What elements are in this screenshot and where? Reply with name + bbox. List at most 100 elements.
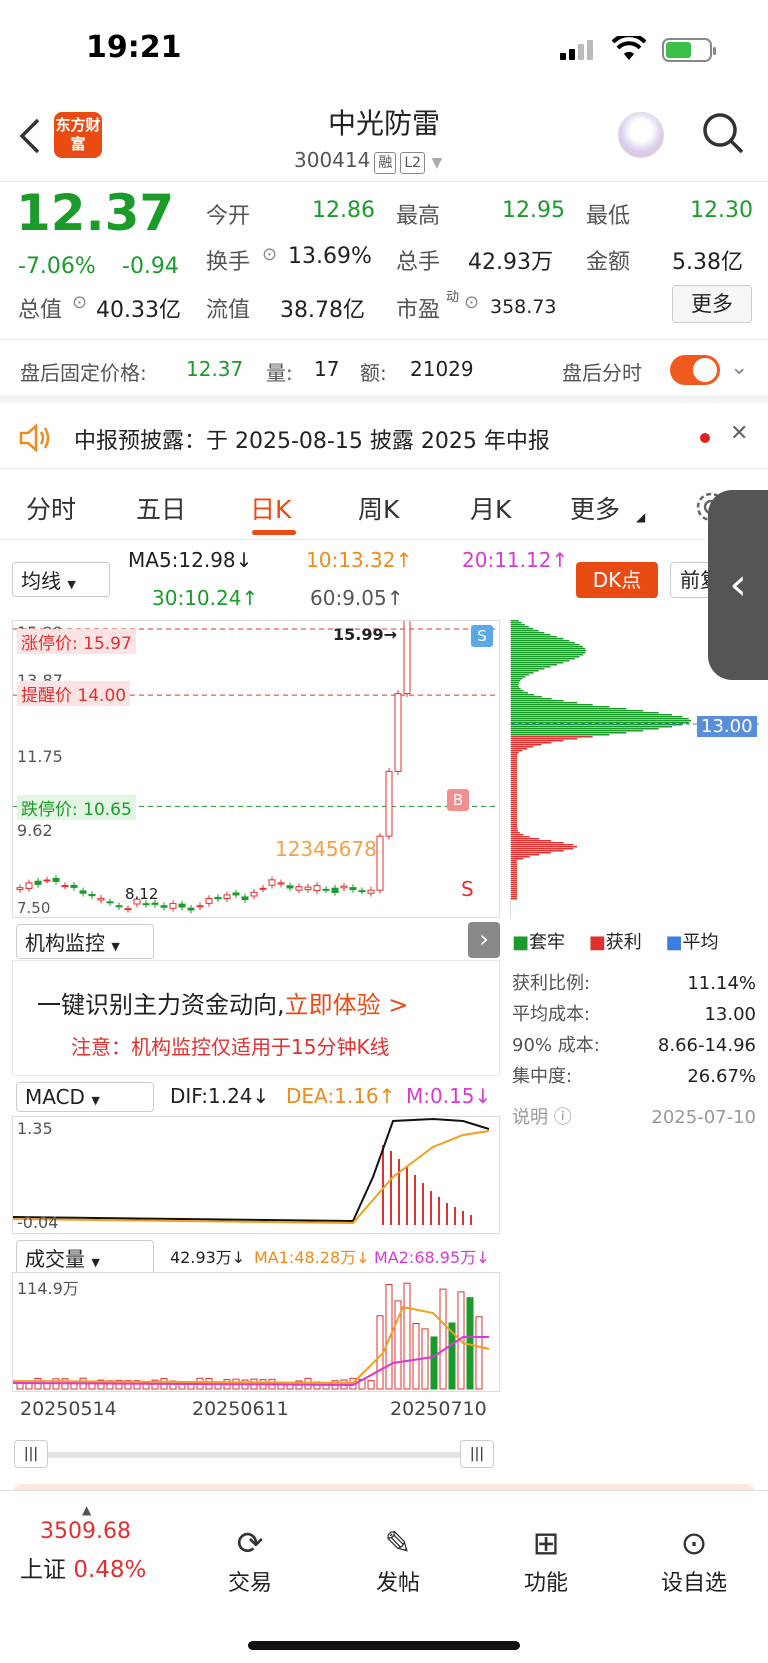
- chip-bar: [511, 748, 527, 750]
- jigou-select[interactable]: 机构监控 ▼: [16, 924, 154, 959]
- dea-line: [13, 1131, 489, 1223]
- chip-bar: [511, 864, 517, 866]
- nav-watchlist[interactable]: ⊙ 设自选: [644, 1521, 744, 1597]
- chip-bar: [511, 776, 517, 778]
- chip-bar: [511, 880, 517, 882]
- nav-post[interactable]: ✎ 发帖: [348, 1521, 448, 1597]
- tab-weekly-k[interactable]: 周K: [358, 490, 399, 526]
- chip-bar: [511, 630, 539, 632]
- range-scrollbar[interactable]: ||| |||: [12, 1440, 500, 1468]
- chevron-down-icon[interactable]: ⌄: [730, 355, 748, 380]
- chip-bar: [511, 692, 528, 694]
- candle: [188, 908, 194, 910]
- chip-bar: [511, 804, 517, 806]
- chip-bar: [511, 798, 517, 800]
- limit-up-label: 涨停价: 15.97: [17, 629, 136, 654]
- stock-code-line[interactable]: 300414 融 L2 ▼: [294, 148, 442, 174]
- after-intraday-toggle[interactable]: [670, 355, 720, 385]
- chip-bar: [511, 716, 682, 718]
- volume-bar: [413, 1324, 419, 1389]
- trade-icon: ⟳: [200, 1521, 300, 1565]
- jigou-panel[interactable]: 一键识别主力资金动向,立即体验 > 注意：机构监控仅适用于15分钟K线: [12, 960, 500, 1076]
- tab-monthly-k[interactable]: 月K: [470, 490, 511, 526]
- info-icon[interactable]: ⊙: [262, 244, 277, 265]
- stock-code: 300414: [294, 148, 370, 172]
- candle: [404, 621, 410, 694]
- ma-select[interactable]: 均线 ▼: [12, 562, 110, 597]
- k-price-1175: 11.75: [17, 747, 63, 766]
- high-marker: 15.99→: [333, 625, 397, 644]
- tab-more[interactable]: 更多: [570, 490, 620, 526]
- index-widget[interactable]: ▲ 3509.68 上证 0.48%: [20, 1519, 180, 1584]
- chip-bar: [511, 892, 517, 894]
- sell-signal-bottom: S: [461, 877, 474, 901]
- macd-chart[interactable]: 1.35 -0.04: [12, 1116, 500, 1234]
- amount-value: 5.38亿: [672, 244, 743, 276]
- candle: [224, 895, 230, 899]
- robot-avatar-icon[interactable]: [618, 112, 664, 158]
- chip-bar: [511, 852, 551, 854]
- chip-bar: [511, 730, 643, 732]
- chip-bar: [511, 648, 585, 650]
- kline-svg: [13, 621, 500, 918]
- chip-bar: [511, 694, 534, 696]
- chip-bar: [511, 810, 517, 812]
- after-price-value: 12.37: [186, 357, 243, 381]
- candle: [17, 888, 23, 890]
- dk-point-button[interactable]: DK点: [576, 562, 658, 598]
- chip-bar: [511, 678, 522, 680]
- chip-bar: [511, 876, 517, 878]
- legend-average: 平均: [683, 932, 719, 953]
- after-price-label: 盘后固定价格:: [20, 357, 147, 386]
- chip-bar: [511, 846, 577, 848]
- dropdown-icon: ▼: [91, 1094, 99, 1107]
- nav-trade[interactable]: ⟳ 交易: [200, 1521, 300, 1597]
- nav-label: 功能: [524, 1571, 568, 1596]
- chip-bar: [511, 822, 517, 824]
- side-expand-handle[interactable]: ‹: [708, 490, 768, 680]
- open-label: 今开: [206, 198, 250, 230]
- range-handle-left[interactable]: |||: [14, 1440, 48, 1468]
- candle: [215, 897, 221, 898]
- info-icon[interactable]: ⊙: [72, 292, 87, 313]
- tab-daily-k[interactable]: 日K: [250, 490, 291, 526]
- jigou-cta[interactable]: 立即体验 >: [285, 991, 409, 1019]
- volume-bar: [404, 1283, 410, 1389]
- notice-text: 中报预披露：于 2025-08-15 披露 2025 年中报: [74, 423, 550, 455]
- chip-bar: [511, 782, 517, 784]
- info-icon[interactable]: ⊙: [464, 292, 479, 313]
- macd-svg: [13, 1117, 500, 1234]
- chip-bar: [511, 792, 517, 794]
- dif-line: [13, 1119, 489, 1221]
- chip-bar: [511, 766, 517, 768]
- expand-arrow-icon[interactable]: ›: [468, 922, 500, 958]
- close-icon[interactable]: ✕: [730, 421, 748, 446]
- kline-chart[interactable]: 15.99 涨停价: 15.97 13.87 提醒价 14.00 11.75 跌…: [12, 620, 500, 918]
- sell-signal[interactable]: S: [471, 625, 493, 647]
- range-handle-right[interactable]: |||: [460, 1440, 494, 1468]
- volume-chart[interactable]: 114.9万: [12, 1272, 500, 1392]
- nav-functions[interactable]: ⊞ 功能: [496, 1521, 596, 1597]
- more-button[interactable]: 更多: [672, 285, 752, 323]
- chip-bar: [511, 732, 626, 734]
- chip-bar: [511, 706, 609, 708]
- macd-select[interactable]: MACD ▼: [16, 1082, 154, 1112]
- after-intraday-label: 盘后分时: [562, 357, 642, 386]
- buy-signal[interactable]: B: [447, 789, 469, 811]
- chip-bar: [511, 668, 544, 670]
- tab-intraday[interactable]: 分时: [26, 490, 76, 526]
- notice-bar[interactable]: 中报预披露：于 2025-08-15 披露 2025 年中报 ✕: [0, 405, 768, 469]
- chip-note-row[interactable]: 说明 ⓘ 2025-07-10: [512, 1102, 756, 1133]
- ma-select-label: 均线: [21, 569, 61, 593]
- tab-five-day[interactable]: 五日: [136, 490, 186, 526]
- candle: [161, 906, 167, 908]
- chip-bar: [511, 818, 517, 820]
- search-icon[interactable]: [700, 110, 746, 156]
- volume-select[interactable]: 成交量 ▼: [16, 1240, 154, 1275]
- chip-date: 2025-07-10: [651, 1102, 756, 1133]
- chip-note: 说明: [512, 1107, 548, 1128]
- chip-bar: [511, 882, 517, 884]
- edit-icon: ✎: [348, 1521, 448, 1565]
- chip-bar: [511, 622, 522, 624]
- chip-bar: [511, 840, 551, 842]
